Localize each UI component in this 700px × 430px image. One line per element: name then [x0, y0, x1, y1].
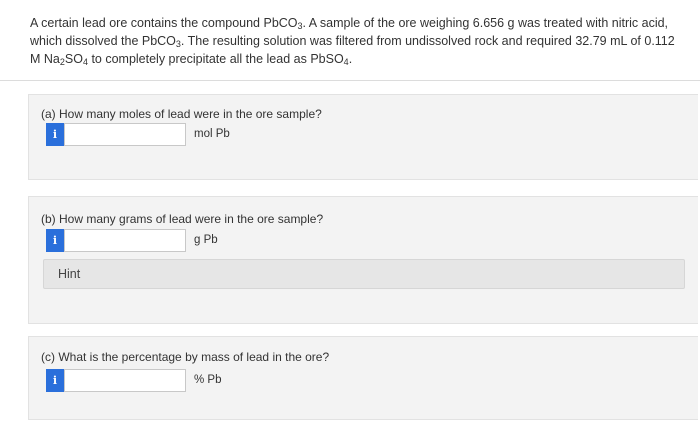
part-a-answer-row: i mol Pb [46, 122, 230, 146]
problem-statement: A certain lead ore contains the compound… [30, 16, 675, 67]
part-c-section: (c) What is the percentage by mass of le… [28, 336, 698, 420]
part-a-unit: mol Pb [194, 128, 230, 140]
part-b-section: (b) How many grams of lead were in the o… [28, 196, 698, 324]
part-b-answer-input[interactable] [64, 228, 186, 252]
part-a-question: (a) How many moles of lead were in the o… [41, 107, 322, 121]
part-b-info-icon[interactable]: i [46, 228, 64, 252]
part-b-question: (b) How many grams of lead were in the o… [41, 212, 324, 226]
part-c-answer-input[interactable] [64, 368, 186, 392]
part-c-unit: % Pb [194, 374, 222, 386]
part-c-answer-row: i % Pb [46, 368, 222, 392]
part-c-info-icon[interactable]: i [46, 368, 64, 392]
part-a-answer-input[interactable] [64, 122, 186, 146]
part-b-answer-row: i g Pb [46, 228, 218, 252]
part-b-unit: g Pb [194, 234, 218, 246]
divider [0, 80, 700, 81]
part-a-section: (a) How many moles of lead were in the o… [28, 94, 698, 180]
part-a-info-icon[interactable]: i [46, 122, 64, 146]
hint-button[interactable]: Hint [43, 259, 685, 289]
part-c-question: (c) What is the percentage by mass of le… [41, 350, 330, 364]
page: A certain lead ore contains the compound… [0, 0, 700, 430]
